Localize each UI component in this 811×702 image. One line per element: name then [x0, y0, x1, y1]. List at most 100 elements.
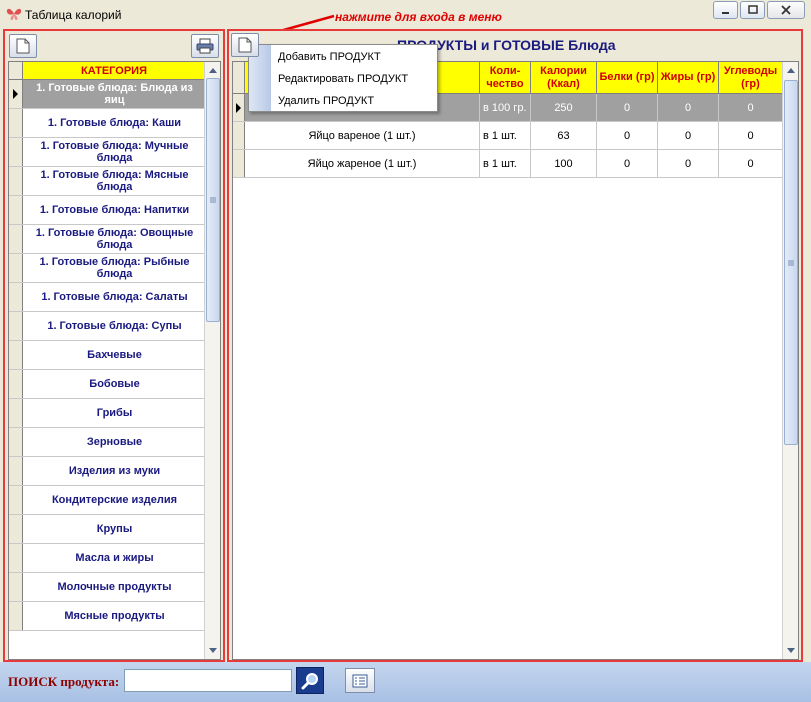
category-name: 1. Готовые блюда: Мучные блюда: [40, 140, 189, 164]
product-scroll-thumb[interactable]: [784, 80, 798, 445]
product-menu-button[interactable]: [231, 33, 259, 57]
category-row[interactable]: 1. Готовые блюда: Мясные блюда: [9, 167, 206, 196]
category-name: 1. Готовые блюда: Супы: [47, 320, 182, 332]
category-row[interactable]: 1. Готовые блюда: Рыбные блюда: [9, 254, 206, 283]
category-name: 1. Готовые блюда: Рыбные блюда: [39, 256, 190, 280]
product-carbs: 0: [719, 150, 783, 177]
product-name: Яйцо вареное (1 шт.): [245, 122, 480, 149]
search-input[interactable]: [124, 669, 292, 692]
list-view-button[interactable]: [345, 668, 375, 693]
category-row[interactable]: Грибы: [9, 399, 206, 428]
product-protein: 0: [597, 94, 658, 121]
row-indicator: [9, 428, 23, 456]
row-indicator: [9, 602, 23, 630]
row-indicator: [9, 109, 23, 137]
product-fat: 0: [658, 94, 719, 121]
list-icon: [352, 674, 368, 687]
print-button[interactable]: [191, 34, 219, 58]
row-pointer-icon: [13, 89, 18, 99]
product-protein: 0: [597, 150, 658, 177]
close-button[interactable]: [767, 1, 805, 19]
category-name: 1. Готовые блюда: Блюда из яиц: [23, 80, 206, 108]
product-qty: в 1 шт.: [480, 150, 531, 177]
row-indicator: [9, 80, 23, 108]
row-indicator: [9, 312, 23, 340]
product-carbs: 0: [719, 94, 783, 121]
category-name: Мясные продукты: [64, 610, 165, 622]
row-indicator: [9, 138, 23, 166]
product-calories: 100: [531, 150, 597, 177]
qty-column-header[interactable]: Коли-чество: [480, 62, 531, 94]
row-indicator: [9, 341, 23, 369]
category-row[interactable]: Крупы: [9, 515, 206, 544]
grip-icon: [788, 260, 794, 265]
category-panel: КАТЕГОРИЯ 1. Готовые блюда: Блюда из яиц…: [3, 29, 225, 662]
category-row[interactable]: 1. Готовые блюда: Каши: [9, 109, 206, 138]
category-scrollbar[interactable]: [204, 62, 220, 659]
window-title: Таблица калорий: [25, 8, 122, 22]
row-indicator: [9, 370, 23, 398]
scroll-down-arrow[interactable]: [205, 643, 220, 659]
category-row[interactable]: Изделия из муки: [9, 457, 206, 486]
category-row[interactable]: Бахчевые: [9, 341, 206, 370]
product-context-menu: Добавить ПРОДУКТ Редактировать ПРОДУКТ У…: [248, 44, 438, 112]
menu-hint: нажмите для входа в меню: [335, 10, 502, 24]
product-carbs: 0: [719, 122, 783, 149]
product-qty: в 1 шт.: [480, 122, 531, 149]
category-name: Грибы: [96, 407, 133, 419]
category-scroll-thumb[interactable]: [206, 78, 220, 322]
scroll-up-arrow[interactable]: [783, 62, 798, 78]
category-name: 1. Готовые блюда: Овощные блюда: [35, 227, 194, 251]
minimize-button[interactable]: [713, 1, 738, 19]
fat-column-header[interactable]: Жиры (гр): [658, 62, 719, 94]
menu-edit-product[interactable]: Редактировать ПРОДУКТ: [278, 73, 408, 85]
category-row[interactable]: 1. Готовые блюда: Напитки: [9, 196, 206, 225]
row-indicator: [9, 486, 23, 514]
product-scrollbar[interactable]: [782, 62, 798, 659]
category-row[interactable]: 1. Готовые блюда: Мучные блюда: [9, 138, 206, 167]
grip-icon: [210, 197, 216, 203]
butterfly-icon: [6, 8, 22, 20]
category-row[interactable]: 1. Готовые блюда: Салаты: [9, 283, 206, 312]
row-indicator: [233, 94, 245, 121]
category-name: Крупы: [96, 523, 133, 535]
product-row[interactable]: Яйцо жареное (1 шт.) в 1 шт. 100 0 0 0: [233, 150, 783, 178]
scroll-up-arrow[interactable]: [205, 62, 220, 78]
category-row[interactable]: Масла и жиры: [9, 544, 206, 573]
category-column-header[interactable]: КАТЕГОРИЯ: [23, 62, 206, 80]
calories-column-header[interactable]: Калории (Ккал): [531, 62, 597, 94]
search-bar: ПОИСК продукта:: [0, 662, 811, 702]
category-name: Зерновые: [86, 436, 143, 448]
protein-column-header[interactable]: Белки (гр): [597, 62, 658, 94]
category-row[interactable]: Зерновые: [9, 428, 206, 457]
category-name: Изделия из муки: [68, 465, 161, 477]
product-row[interactable]: Яйцо вареное (1 шт.) в 1 шт. 63 0 0 0: [233, 122, 783, 150]
carbs-column-header[interactable]: Углеводы (гр): [719, 62, 783, 94]
minimize-icon: [721, 12, 729, 14]
category-row[interactable]: 1. Готовые блюда: Овощные блюда: [9, 225, 206, 254]
scroll-down-arrow[interactable]: [783, 643, 798, 659]
category-row[interactable]: Молочные продукты: [9, 573, 206, 602]
row-indicator: [9, 167, 23, 195]
category-row[interactable]: 1. Готовые блюда: Супы: [9, 312, 206, 341]
category-name: Молочные продукты: [57, 581, 172, 593]
menu-delete-product[interactable]: Удалить ПРОДУКТ: [278, 95, 374, 107]
new-category-button[interactable]: [9, 34, 37, 58]
menu-add-product[interactable]: Добавить ПРОДУКТ: [278, 51, 381, 63]
chevron-down-icon: [787, 648, 795, 653]
category-grid[interactable]: КАТЕГОРИЯ 1. Готовые блюда: Блюда из яиц…: [8, 61, 221, 660]
search-button[interactable]: [296, 667, 324, 694]
category-name: 1. Готовые блюда: Салаты: [41, 291, 188, 303]
category-row[interactable]: Мясные продукты: [9, 602, 206, 631]
document-icon: [238, 37, 252, 53]
category-row[interactable]: Бобовые: [9, 370, 206, 399]
category-row[interactable]: Кондитерские изделия: [9, 486, 206, 515]
product-panel: ПРОДУКТЫ и ГОТОВЫЕ Блюда Коли-чество Кал…: [227, 29, 803, 662]
category-name: 1. Готовые блюда: Мясные блюда: [40, 169, 189, 193]
search-label: ПОИСК продукта:: [8, 674, 120, 689]
category-name: Бобовые: [89, 378, 140, 390]
maximize-button[interactable]: [740, 1, 765, 19]
product-grid[interactable]: Коли-чество Калории (Ккал) Белки (гр) Жи…: [232, 61, 799, 660]
category-name: Бахчевые: [87, 349, 142, 361]
category-row[interactable]: 1. Готовые блюда: Блюда из яиц: [9, 80, 206, 109]
